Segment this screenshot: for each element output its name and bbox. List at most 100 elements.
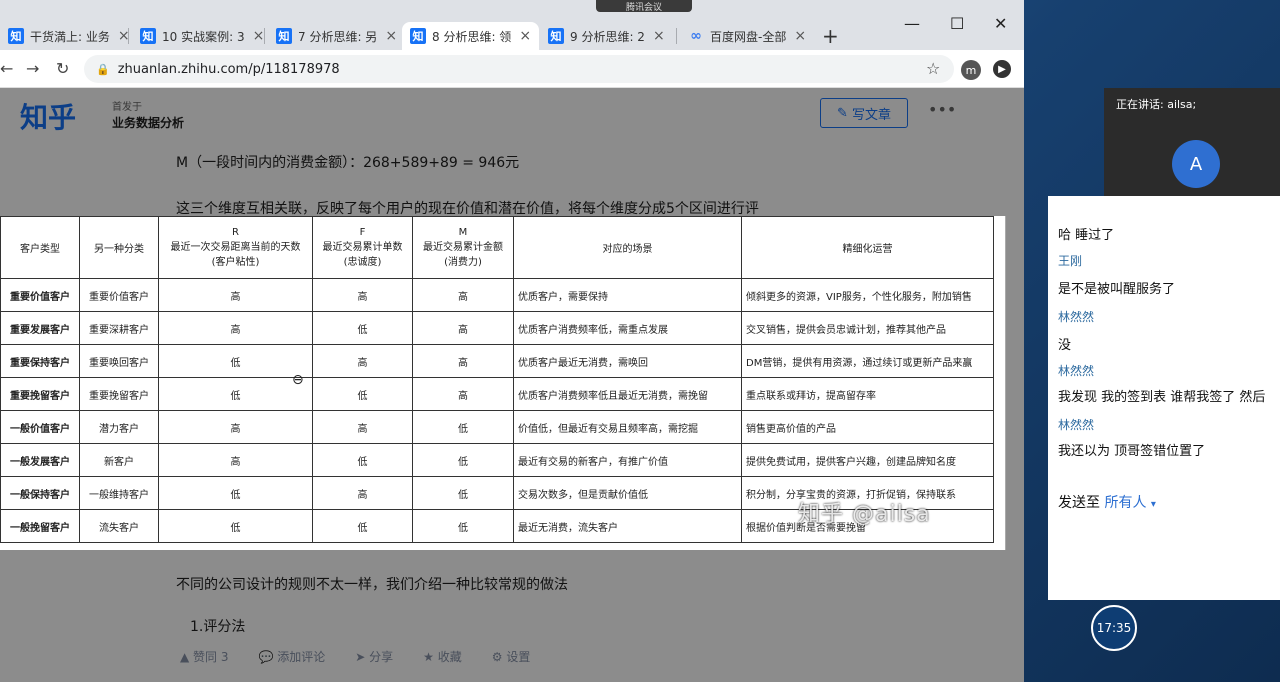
table-cell: 高 (312, 344, 413, 378)
browser-window: 知 干货満上: 业务 × 知 10 实战案例: 3 × 知 7 分析思维: 另 … (0, 0, 1024, 682)
send-to-target[interactable]: 所有人 (1104, 495, 1146, 511)
table-cell: 优质客户消费频率低且最近无消费，需挽留 (513, 377, 742, 411)
table-row: 重要价值客户 重要价值客户 高 高 高 优质客户，需要保持 倾斜更多的资源，VI… (0, 278, 994, 312)
tab-4-active[interactable]: 知 8 分析思维: 领 × (402, 22, 540, 50)
baidu-pan-favicon-icon: ∞ (690, 28, 702, 44)
settings-button[interactable]: ⚙ 设置 (492, 648, 531, 665)
chat-sender: 林然然 (1058, 418, 1095, 432)
tab-divider (264, 28, 265, 44)
published-in-label: 首发于 (112, 102, 142, 113)
table-cell: 优质客户，需要保持 (513, 278, 742, 312)
tab-6[interactable]: ∞ 百度网盘-全部 × (680, 22, 814, 50)
table-cell: 高 (158, 410, 313, 444)
table-cell: 重要深耕客户 (79, 311, 159, 345)
zhihu-watermark: 知乎 @ailsa (798, 502, 931, 527)
zhihu-favicon-icon: 知 (140, 28, 156, 44)
chat-panel: 哈 睡过了 王刚 是不是被叫醒服务了 林然然 没 林然然 我发现 我的签到表 谁… (1048, 196, 1280, 600)
minimize-icon[interactable]: — (904, 14, 920, 33)
chevron-down-icon[interactable]: ▾ (1151, 499, 1156, 510)
tab-2[interactable]: 知 10 实战案例: 3 × (132, 22, 272, 50)
zoom-cursor-icon: ⊖ (292, 372, 304, 388)
table-row: 重要发展客户 重要深耕客户 高 低 高 优质客户消费频率低，需重点发展 交叉销售… (0, 311, 994, 345)
reload-icon[interactable]: ↻ (56, 59, 69, 78)
table-cell: 交叉销售，提供会员忠诚计划，推荐其他产品 (741, 311, 994, 345)
zhihu-favicon-icon: 知 (8, 28, 24, 44)
speaker-avatar: A (1172, 140, 1220, 188)
table-cell: 重要发展客户 (0, 311, 80, 345)
write-article-label: 写文章 (852, 107, 892, 123)
favorite-button[interactable]: ★ 收藏 (423, 648, 462, 665)
new-tab-icon[interactable]: + (822, 24, 839, 48)
table-cell: 低 (412, 443, 514, 477)
col-header-alt-category: 另一种分类 (79, 216, 159, 279)
share-label: 分享 (369, 650, 394, 664)
settings-label: 设置 (506, 650, 531, 664)
table-cell: 高 (312, 476, 413, 510)
col-header-m: M 最近交易累计金额 (消费力) (412, 216, 514, 279)
meeting-app-label[interactable]: 腾讯会议 (596, 0, 692, 13)
close-tab-icon[interactable]: × (794, 28, 806, 44)
table-cell: 低 (312, 311, 413, 345)
table-cell: 重要唤回客户 (79, 344, 159, 378)
table-cell: 价值低，但最近有交易且频率高，需挖掘 (513, 410, 742, 444)
tab-title: 9 分析思维: 2 (570, 29, 645, 44)
table-cell: 一般价值客户 (0, 410, 80, 444)
table-cell: 交易次数多，但是贡献价值低 (513, 476, 742, 510)
meeting-timer: 17:35 (1091, 605, 1137, 651)
table-cell: 一般保持客户 (0, 476, 80, 510)
table-cell: 倾斜更多的资源，VIP服务，个性化服务，附加销售 (741, 278, 994, 312)
share-button[interactable]: ➤ 分享 (355, 648, 393, 665)
column-title[interactable]: 业务数据分析 (112, 114, 184, 131)
table-row: 重要保持客户 重要唤回客户 低 高 高 优质客户最近无消费，需唤回 DM营销，提… (0, 344, 994, 378)
table-cell: 高 (158, 311, 313, 345)
table-cell: 优质客户最近无消费，需唤回 (513, 344, 742, 378)
send-to-label: 发送至 (1058, 495, 1100, 511)
comment-button[interactable]: 💬 添加评论 (259, 648, 326, 665)
table-cell: 一般维持客户 (79, 476, 159, 510)
table-cell: 高 (312, 410, 413, 444)
maximize-icon[interactable]: ☐ (950, 14, 964, 33)
chat-message: 没 (1058, 338, 1072, 353)
send-to-selector[interactable]: 发送至 所有人 ▾ (1058, 492, 1156, 512)
table-cell: 潜力客户 (79, 410, 159, 444)
tab-divider (128, 28, 129, 44)
tab-title: 7 分析思维: 另 (298, 29, 378, 44)
url-input[interactable]: 🔒 zhuanlan.zhihu.com/p/118178978 (84, 55, 954, 83)
close-tab-icon[interactable]: × (385, 28, 397, 44)
zhihu-logo[interactable]: 知乎 (20, 96, 76, 136)
extension-icon[interactable]: ▶ (993, 60, 1011, 78)
table-cell: 高 (412, 344, 514, 378)
col-header-operations: 精细化运营 (741, 216, 994, 279)
write-article-button[interactable]: ✎ 写文章 (820, 98, 908, 128)
close-tab-icon[interactable]: × (653, 28, 665, 44)
close-tab-icon[interactable]: × (519, 28, 531, 44)
favorite-label: 收藏 (437, 650, 462, 664)
like-label: 赞同 3 (193, 650, 229, 664)
table-cell: 最近有交易的新客户，有推广价值 (513, 443, 742, 477)
speaking-indicator: 正在讲话: ailsa; (1116, 98, 1197, 111)
tab-1[interactable]: 知 干货満上: 业务 × (0, 22, 138, 50)
table-cell: 提供免费试用，提供客户兴趣，创建品牌知名度 (741, 443, 994, 477)
profile-avatar[interactable]: m (961, 60, 981, 80)
article-action-bar: ▲ 赞同 3 💬 添加评论 ➤ 分享 ★ 收藏 ⚙ 设置 (180, 648, 530, 665)
table-cell: 重要价值客户 (79, 278, 159, 312)
like-button[interactable]: ▲ 赞同 3 (180, 648, 229, 665)
close-window-icon[interactable]: ✕ (994, 14, 1007, 33)
more-options-icon[interactable]: ••• (928, 100, 956, 119)
close-tab-icon[interactable]: × (253, 28, 265, 44)
tab-5[interactable]: 知 9 分析思维: 2 × (540, 22, 673, 50)
tab-3[interactable]: 知 7 分析思维: 另 × (268, 22, 405, 50)
bookmark-star-icon[interactable]: ☆ (926, 59, 940, 78)
table-cell: 重要挽留客户 (79, 377, 159, 411)
forward-icon[interactable]: → (26, 59, 39, 78)
tab-divider (676, 28, 677, 44)
comment-label: 添加评论 (277, 650, 326, 664)
back-icon[interactable]: ← (0, 59, 13, 78)
table-cell: 低 (312, 377, 413, 411)
table-cell: 低 (158, 377, 313, 411)
table-cell: 重点联系或拜访，提高留存率 (741, 377, 994, 411)
table-cell: 流失客户 (79, 509, 159, 543)
zhihu-favicon-icon: 知 (548, 28, 564, 44)
table-cell: 低 (158, 509, 313, 543)
table-cell: 最近无消费，流失客户 (513, 509, 742, 543)
